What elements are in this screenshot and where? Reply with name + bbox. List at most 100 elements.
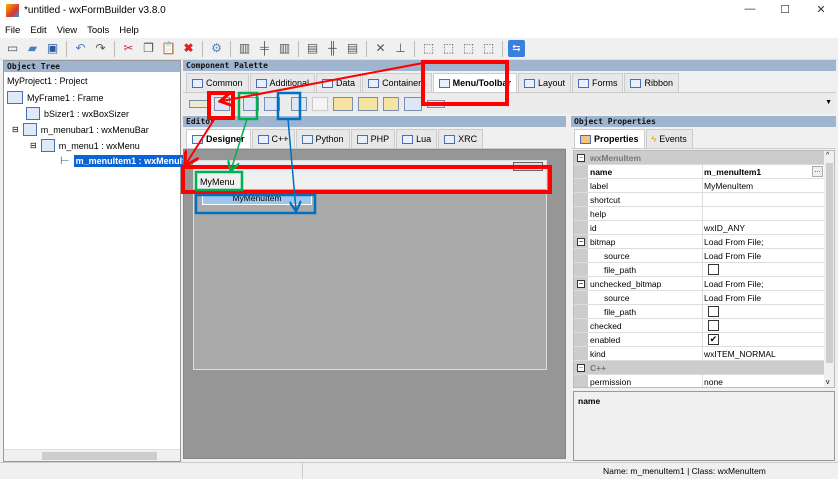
tab-forms[interactable]: Forms <box>571 73 624 92</box>
property-row[interactable]: kind wxITEM_NORMAL <box>574 347 824 361</box>
stretch-icon[interactable]: ⊥ <box>392 40 409 57</box>
tab-common[interactable]: Common <box>186 73 249 92</box>
property-row[interactable]: − C++ <box>574 361 824 375</box>
menu-edit[interactable]: Edit <box>25 22 51 36</box>
tab-additional[interactable]: Additional <box>249 73 316 92</box>
collapse-icon[interactable]: − <box>577 154 585 162</box>
border-right-icon[interactable]: ⬚ <box>480 40 497 57</box>
tab-data[interactable]: Data <box>316 73 362 92</box>
minimize-button[interactable]: — <box>735 3 765 19</box>
save-icon[interactable]: ▣ <box>44 40 61 57</box>
collapse-icon[interactable]: − <box>577 364 585 372</box>
property-row[interactable]: file_path <box>574 305 824 319</box>
property-row[interactable]: − unchecked_bitmap Load From File; <box>574 277 824 291</box>
collapse-icon[interactable]: − <box>577 280 585 288</box>
align-top-icon[interactable]: ▤ <box>304 40 321 57</box>
new-icon[interactable]: ▭ <box>4 40 21 57</box>
border-bottom-icon[interactable]: ⬚ <box>440 40 457 57</box>
palette-dropdown-icon[interactable]: ▼ <box>825 99 832 106</box>
tab-python[interactable]: Python <box>295 129 350 148</box>
tab-menu-toolbar[interactable]: Menu/Toolbar <box>432 73 517 92</box>
paste-icon[interactable]: 📋 <box>160 40 177 57</box>
align-center-icon[interactable]: ╪ <box>256 40 273 57</box>
property-row[interactable]: label MyMenuItem <box>574 179 824 193</box>
property-row[interactable]: source Load From File <box>574 249 824 263</box>
property-value[interactable]: Load From File <box>704 251 761 261</box>
property-row[interactable]: shortcut <box>574 193 824 207</box>
collapse-icon[interactable]: − <box>577 238 585 246</box>
property-value[interactable]: wxID_ANY <box>704 223 745 233</box>
checkbox[interactable]: ✔ <box>708 334 719 345</box>
close-button[interactable]: ✕ <box>806 3 836 19</box>
menuitem-preview[interactable]: MyMenuItem <box>202 191 312 205</box>
toolseparator-component-icon[interactable] <box>404 96 422 111</box>
tree-node-frame[interactable]: MyFrame1 : Frame <box>7 91 104 104</box>
property-row[interactable]: permission none <box>574 375 824 387</box>
menu-view[interactable]: View <box>52 22 82 36</box>
property-value[interactable]: none <box>704 377 723 387</box>
property-value[interactable]: Load From File; <box>704 237 764 247</box>
undo-icon[interactable]: ↶ <box>72 40 89 57</box>
horizontal-scrollbar[interactable] <box>4 449 180 461</box>
expand-icon[interactable]: ✕ <box>372 40 389 57</box>
menu-help[interactable]: Help <box>114 22 144 36</box>
border-left-icon[interactable]: ⬚ <box>460 40 477 57</box>
open-icon[interactable]: ▰ <box>24 40 41 57</box>
tab-containers[interactable]: Containers <box>362 73 432 92</box>
property-row[interactable]: help <box>574 207 824 221</box>
redo-icon[interactable]: ↷ <box>92 40 109 57</box>
auitoolbar-component-icon[interactable] <box>358 96 378 111</box>
checkbox[interactable] <box>708 320 719 331</box>
tab-php[interactable]: PHP <box>350 129 396 148</box>
align-left-icon[interactable]: ▥ <box>236 40 253 57</box>
submenu-component-icon[interactable] <box>264 96 280 111</box>
border-top-icon[interactable]: ⬚ <box>420 40 437 57</box>
collapse-icon[interactable]: ⊟ <box>30 141 37 150</box>
tree-node-project[interactable]: MyProject1 : Project <box>7 76 88 86</box>
toolbar-component-icon[interactable] <box>333 96 353 111</box>
delete-icon[interactable]: ✖ <box>180 40 197 57</box>
copy-icon[interactable]: ❐ <box>140 40 157 57</box>
menu-component-icon[interactable] <box>243 96 259 111</box>
property-row[interactable]: − bitmap Load From File; <box>574 235 824 249</box>
menu-tools[interactable]: Tools <box>82 22 114 36</box>
tree-node-menu[interactable]: ⊟ m_menu1 : wxMenu <box>30 139 140 152</box>
tool-component-icon[interactable] <box>383 96 399 111</box>
property-row[interactable]: − wxMenuItem <box>574 151 824 165</box>
menu-file[interactable]: File <box>0 22 25 36</box>
swap-icon[interactable]: ⇆ <box>508 40 525 57</box>
align-bottom-icon[interactable]: ▤ <box>344 40 361 57</box>
tab-ribbon[interactable]: Ribbon <box>624 73 679 92</box>
collapse-icon[interactable]: ⊟ <box>12 125 19 134</box>
tab-properties[interactable]: Properties <box>574 129 645 148</box>
cut-icon[interactable]: ✂ <box>120 40 137 57</box>
align-middle-icon[interactable]: ╫ <box>324 40 341 57</box>
tab-events[interactable]: ϟ Events <box>645 129 693 148</box>
property-value[interactable]: m_menuItem1 <box>704 167 761 177</box>
maximize-button[interactable]: ☐ <box>770 3 800 19</box>
property-row[interactable]: id wxID_ANY <box>574 221 824 235</box>
property-value[interactable]: wxITEM_NORMAL <box>704 349 776 359</box>
tab-lua[interactable]: Lua <box>396 129 438 148</box>
frame-preview[interactable]: MyMenu MyMenuItem <box>193 160 547 370</box>
property-row[interactable]: file_path <box>574 263 824 277</box>
tab-xrc[interactable]: XRC <box>438 129 484 148</box>
menuitem-component-icon[interactable] <box>291 96 307 111</box>
property-value[interactable]: MyMenuItem <box>704 181 753 191</box>
property-row[interactable]: enabled ✔ <box>574 333 824 347</box>
tab-cpp[interactable]: C++ <box>251 129 295 148</box>
designer-canvas[interactable]: MyMenu MyMenuItem <box>183 149 566 459</box>
align-right-icon[interactable]: ▥ <box>276 40 293 57</box>
menubar-component-icon[interactable] <box>214 96 230 111</box>
vertical-scrollbar[interactable]: ^ v <box>824 151 834 387</box>
edit-ellipsis-button[interactable]: ... <box>812 166 823 177</box>
tab-layout[interactable]: Layout <box>517 73 571 92</box>
generate-code-icon[interactable]: ⚙ <box>208 40 225 57</box>
property-row[interactable]: name m_menuItem1... <box>574 165 824 179</box>
toolbar-extra-icon[interactable] <box>427 99 445 108</box>
property-value[interactable]: Load From File; <box>704 279 764 289</box>
property-value[interactable]: Load From File <box>704 293 761 303</box>
menubar-preview[interactable]: MyMenu <box>194 173 546 189</box>
property-row[interactable]: checked <box>574 319 824 333</box>
menu-preview[interactable]: MyMenu <box>200 177 235 187</box>
